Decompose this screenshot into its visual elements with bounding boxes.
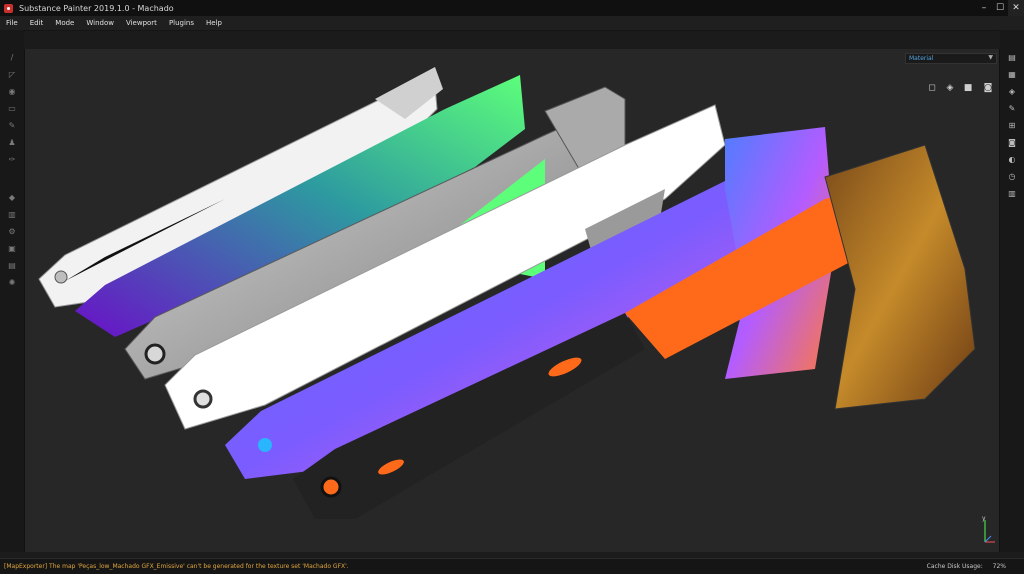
maximize-button[interactable]: ☐ bbox=[992, 0, 1008, 16]
trash-icon[interactable]: ▥ bbox=[6, 208, 18, 220]
settings-small-icon[interactable]: ⚙ bbox=[6, 225, 18, 237]
left-toolbar: / ◸ ◉ ▭ ✎ ♟ ✑ ◆ ▥ ⚙ ▣ ▤ ✺ bbox=[0, 30, 25, 552]
viewport-channel-dropdown[interactable]: Material ▼ bbox=[905, 53, 997, 64]
clone-tool-icon[interactable]: ♟ bbox=[6, 136, 18, 148]
cache-label: Cache Disk Usage: bbox=[926, 563, 983, 570]
display-settings-icon[interactable]: ◐ bbox=[1006, 153, 1018, 165]
menu-window[interactable]: Window bbox=[80, 19, 120, 27]
gear-icon[interactable]: ✺ bbox=[6, 276, 18, 288]
minimize-icon: – bbox=[981, 3, 987, 13]
polygon-fill-tool-icon[interactable]: ▭ bbox=[6, 102, 18, 114]
viewport-toolbar bbox=[24, 31, 1000, 49]
cache-value: 72% bbox=[992, 563, 1006, 570]
menu-edit[interactable]: Edit bbox=[24, 19, 50, 27]
log-icon[interactable]: ▥ bbox=[1006, 187, 1018, 199]
paint-brush-tool-icon[interactable]: / bbox=[6, 51, 18, 63]
camera-icon[interactable]: ■ bbox=[961, 82, 975, 94]
stack-icon[interactable]: ◈ bbox=[1006, 85, 1018, 97]
chevron-down-icon: ▼ bbox=[988, 54, 993, 61]
camera-settings-icon[interactable]: ◙ bbox=[1006, 136, 1018, 148]
document-icon[interactable]: ▤ bbox=[6, 259, 18, 271]
window-controls: – ☐ ✕ bbox=[976, 0, 1024, 16]
status-bar: [MapExporter] The map 'Peças_low_Machado… bbox=[0, 558, 1024, 574]
screenshot-icon[interactable]: ◙ bbox=[981, 82, 995, 94]
color-picker-tool-icon[interactable]: ✑ bbox=[6, 153, 18, 165]
right-toolbar: ▤ ▦ ◈ ✎ ⊞ ◙ ◐ ◷ ▥ bbox=[999, 30, 1024, 552]
minimize-button[interactable]: – bbox=[976, 0, 992, 16]
cube-view-icon[interactable]: ◈ bbox=[943, 82, 957, 94]
bake-icon[interactable]: ◆ bbox=[6, 191, 18, 203]
close-button[interactable]: ✕ bbox=[1008, 0, 1024, 16]
close-icon: ✕ bbox=[1012, 3, 1020, 13]
history-icon[interactable]: ◷ bbox=[1006, 170, 1018, 182]
smudge-tool-icon[interactable]: ✎ bbox=[6, 119, 18, 131]
axes-render bbox=[38, 67, 976, 519]
eraser-tool-icon[interactable]: ◸ bbox=[6, 68, 18, 80]
axis-gizmo-icon: y bbox=[982, 515, 995, 543]
menu-plugins[interactable]: Plugins bbox=[163, 19, 200, 27]
brush-properties-icon[interactable]: ✎ bbox=[1006, 102, 1018, 114]
selection-mode-icon[interactable]: ◻ bbox=[925, 82, 939, 94]
menu-file[interactable]: File bbox=[0, 19, 24, 27]
menu-help[interactable]: Help bbox=[200, 19, 228, 27]
3d-viewport[interactable]: ◻ ◈ ■ ◙ y bbox=[25, 49, 999, 552]
maximize-icon: ☐ bbox=[995, 3, 1005, 13]
menu-mode[interactable]: Mode bbox=[49, 19, 80, 27]
app-logo-icon bbox=[4, 3, 13, 13]
menu-viewport[interactable]: Viewport bbox=[120, 19, 163, 27]
shelf-grid-icon[interactable]: ⊞ bbox=[1006, 119, 1018, 131]
photoshop-export-icon[interactable]: ▣ bbox=[6, 242, 18, 254]
projection-tool-icon[interactable]: ◉ bbox=[6, 85, 18, 97]
cache-usage: Cache Disk Usage: 72% bbox=[919, 563, 1006, 570]
title-bar: Substance Painter 2019.1.0 - Machado – ☐… bbox=[0, 0, 1024, 16]
svg-text:y: y bbox=[982, 515, 986, 522]
layers-panel-icon[interactable]: ▤ bbox=[1006, 51, 1018, 63]
texture-set-icon[interactable]: ▦ bbox=[1006, 68, 1018, 80]
channel-value: Material bbox=[909, 55, 934, 62]
window-title: Substance Painter 2019.1.0 - Machado bbox=[19, 3, 174, 13]
status-message: [MapExporter] The map 'Peças_low_Machado… bbox=[4, 563, 349, 570]
menu-bar: File Edit Mode Window Viewport Plugins H… bbox=[0, 16, 1024, 31]
